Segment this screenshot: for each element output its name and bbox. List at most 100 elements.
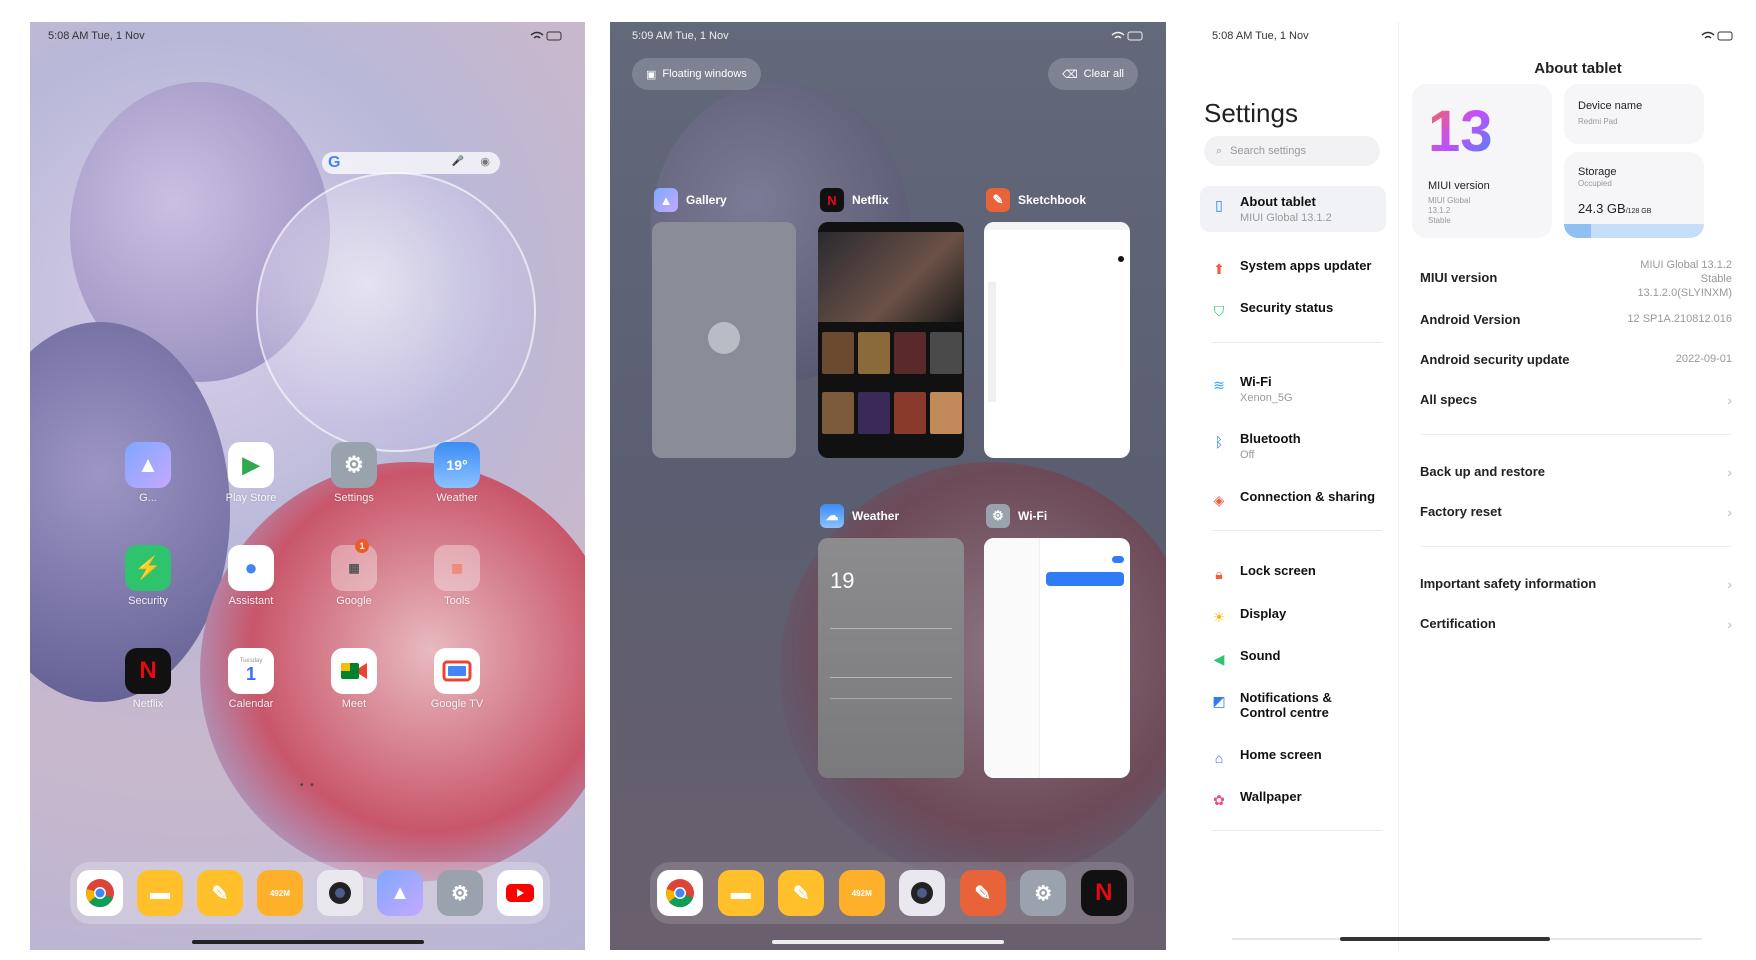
notes-icon[interactable]: ✎ bbox=[197, 870, 243, 916]
row-miui-version[interactable]: MIUI version MIUI Global 13.1.2 Stable 1… bbox=[1420, 258, 1732, 300]
cleaner-icon[interactable]: 492M bbox=[838, 870, 885, 916]
settings-search-input[interactable]: ⌕ Search settings bbox=[1204, 136, 1380, 166]
google-search-widget[interactable]: G 🎤 ◉ bbox=[322, 152, 500, 174]
mic-icon[interactable]: 🎤 bbox=[452, 156, 464, 167]
card-title-sketchbook: ✎ Sketchbook bbox=[986, 188, 1086, 212]
item-title: Wi-Fi bbox=[1240, 374, 1272, 389]
app-calendar[interactable]: Tuesday 1 Calendar bbox=[215, 648, 287, 710]
home-indicator[interactable] bbox=[192, 940, 424, 944]
recent-card-gallery[interactable] bbox=[652, 222, 796, 458]
settings-icon[interactable]: ⚙ bbox=[1020, 870, 1067, 916]
sidebar-item-about-tablet[interactable]: ▯ About tablet MIUI Global 13.1.2 bbox=[1200, 186, 1386, 232]
netflix-icon: N bbox=[820, 188, 844, 212]
app-settings[interactable]: ⚙ Settings bbox=[318, 442, 390, 504]
sidebar-item-wifi[interactable]: ≋ Wi-Fi Xenon_5G bbox=[1200, 366, 1386, 412]
netflix-hero bbox=[818, 232, 964, 322]
notification-badge: 1 bbox=[355, 539, 369, 553]
gallery-icon[interactable]: ▲ bbox=[377, 870, 423, 916]
app-google-tv[interactable]: Google TV bbox=[421, 648, 493, 710]
row-key: Back up and restore bbox=[1420, 464, 1545, 479]
chevron-right-icon: › bbox=[1727, 392, 1732, 408]
row-certification[interactable]: Certification › bbox=[1420, 616, 1732, 632]
recent-card-sketchbook[interactable] bbox=[984, 222, 1130, 458]
sidebar-item-system-apps-updater[interactable]: ⬆ System apps updater bbox=[1200, 250, 1386, 286]
floating-windows-button[interactable]: ▣ Floating windows bbox=[632, 58, 761, 90]
row-android-version[interactable]: Android Version 12 SP1A.210812.016 bbox=[1420, 312, 1732, 327]
camera-lens bbox=[911, 882, 934, 904]
row-important-safety-info[interactable]: Important safety information › bbox=[1420, 576, 1732, 592]
item-title: Home screen bbox=[1240, 747, 1322, 762]
sidebar-item-display[interactable]: ☀ Display bbox=[1200, 598, 1386, 634]
files-icon[interactable]: ▬ bbox=[717, 870, 764, 916]
tools-folder-icon: ▦ bbox=[434, 545, 480, 591]
app-label: G... bbox=[139, 492, 157, 504]
app-meet[interactable]: Meet bbox=[318, 648, 390, 710]
bluetooth-icon: ᛒ bbox=[1214, 434, 1224, 450]
status-icons bbox=[1110, 30, 1144, 45]
status-time: 5:08 AM Tue, 1 Nov bbox=[48, 30, 145, 42]
about-tablet-header: About tablet bbox=[1534, 60, 1622, 77]
shield-check-icon: ⛉ bbox=[1213, 302, 1225, 319]
notes-icon[interactable]: ✎ bbox=[778, 870, 825, 916]
app-tools-folder[interactable]: ▦ Tools bbox=[421, 545, 493, 607]
lens-icon[interactable]: ◉ bbox=[480, 155, 490, 168]
row-android-security-update[interactable]: Android security update 2022-09-01 bbox=[1420, 352, 1732, 367]
item-title: Lock screen bbox=[1240, 563, 1316, 578]
card-title-netflix: N Netflix bbox=[820, 188, 889, 212]
app-google-folder[interactable]: ▦ 1 Google bbox=[318, 539, 390, 607]
app-security[interactable]: ⚡ Security bbox=[112, 545, 184, 607]
row-back-up-restore[interactable]: Back up and restore › bbox=[1420, 464, 1732, 480]
item-title: Wallpaper bbox=[1240, 789, 1302, 804]
sidebar-item-notifications[interactable]: ◩ Notifications & Control centre bbox=[1200, 682, 1386, 728]
app-netflix[interactable]: N Netflix bbox=[112, 648, 184, 710]
app-play-store[interactable]: ▶ Play Store bbox=[215, 442, 287, 504]
item-title: Notifications & Control centre bbox=[1240, 690, 1332, 720]
recent-card-netflix[interactable] bbox=[818, 222, 964, 458]
sidebar-item-sound[interactable]: ◀ Sound bbox=[1200, 640, 1386, 676]
calendar-icon: Tuesday 1 bbox=[228, 648, 274, 694]
sidebar-item-wallpaper[interactable]: ✿ Wallpaper bbox=[1200, 781, 1386, 817]
sketchbook-icon: ✎ bbox=[986, 188, 1010, 212]
storage-tile[interactable]: Storage Occupied 24.3 GB/128 GB bbox=[1564, 152, 1704, 238]
clear-all-button[interactable]: ⌫ Clear all bbox=[1048, 58, 1138, 90]
sketchbook-icon[interactable]: ✎ bbox=[959, 870, 1006, 916]
recent-card-wifi[interactable] bbox=[984, 538, 1130, 778]
device-name-label: Device name bbox=[1578, 100, 1643, 112]
camera-icon[interactable] bbox=[899, 870, 946, 916]
app-weather[interactable]: 19° Weather bbox=[421, 442, 493, 504]
row-factory-reset[interactable]: Factory reset › bbox=[1420, 504, 1732, 520]
home-indicator[interactable] bbox=[772, 940, 1004, 944]
sidebar-item-home-screen[interactable]: ⌂ Home screen bbox=[1200, 739, 1386, 775]
youtube-icon[interactable] bbox=[497, 870, 543, 916]
app-gallery[interactable]: ▲ G... bbox=[112, 442, 184, 504]
meet-icon bbox=[331, 648, 377, 694]
cleaner-icon[interactable]: 492M bbox=[257, 870, 303, 916]
camera-icon[interactable] bbox=[317, 870, 363, 916]
poster bbox=[822, 332, 854, 374]
row-all-specs[interactable]: All specs › bbox=[1420, 392, 1732, 408]
poster bbox=[858, 332, 890, 374]
tablet-icon: ▯ bbox=[1215, 196, 1223, 213]
app-assistant[interactable]: ● Assistant bbox=[215, 545, 287, 607]
chevron-right-icon: › bbox=[1727, 576, 1732, 592]
files-icon[interactable]: ▬ bbox=[137, 870, 183, 916]
sidebar-item-connection-sharing[interactable]: ◈ Connection & sharing bbox=[1200, 481, 1386, 517]
sidebar-item-lock-screen[interactable]: 🔒︎ Lock screen bbox=[1200, 555, 1386, 591]
card-title-label: Sketchbook bbox=[1018, 193, 1087, 207]
settings-icon[interactable]: ⚙ bbox=[437, 870, 483, 916]
recent-card-weather[interactable]: 19 bbox=[818, 538, 964, 778]
card-title-wifi: ⚙ Wi-Fi bbox=[986, 504, 1047, 528]
device-name-tile[interactable]: Device name Redmi Pad bbox=[1564, 84, 1704, 144]
gallery-icon: ▲ bbox=[654, 188, 678, 212]
sidebar-item-security-status[interactable]: ⛉ Security status bbox=[1200, 292, 1386, 328]
miui-version-tile[interactable]: 13 MIUI version MIUI Global 13.1.2 Stabl… bbox=[1412, 84, 1552, 238]
search-placeholder: Search settings bbox=[1230, 145, 1306, 157]
storage-bar-fill bbox=[1564, 224, 1591, 238]
chevron-right-icon: › bbox=[1727, 616, 1732, 632]
chrome-icon[interactable] bbox=[657, 870, 704, 916]
app-label: Security bbox=[128, 595, 168, 607]
sidebar-item-bluetooth[interactable]: ᛒ Bluetooth Off bbox=[1200, 423, 1386, 469]
chrome-icon[interactable] bbox=[77, 870, 123, 916]
scrollbar-thumb[interactable] bbox=[1340, 937, 1550, 941]
netflix-icon[interactable]: N bbox=[1080, 870, 1127, 916]
